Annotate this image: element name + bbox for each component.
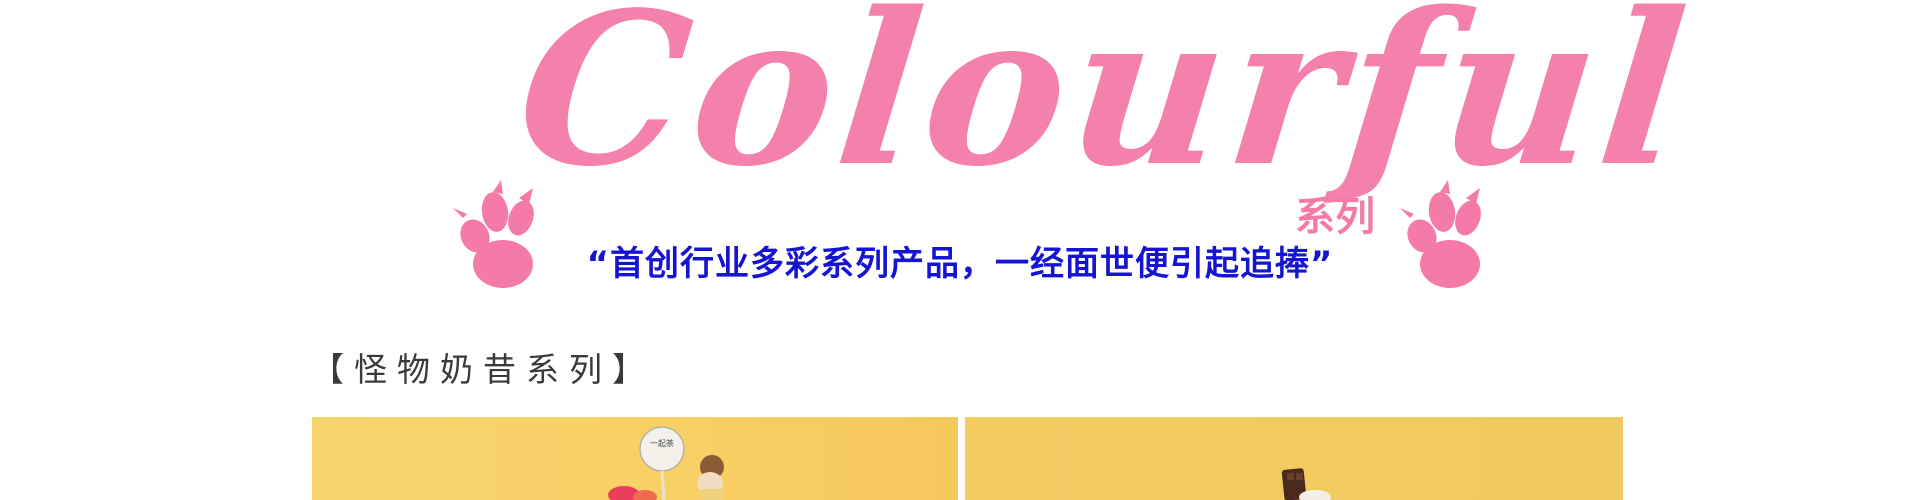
hero-title: Colourful [508, 0, 1702, 213]
colourful-series-banner: Colourful 系列 “首创行业多彩系列产品，一经面世便引起追捧” 【怪物奶… [0, 0, 1920, 500]
hero-title-suffix: 系列 [1295, 194, 1375, 240]
section-title: 【怪物奶昔系列】 [311, 350, 655, 389]
hero-tagline: “首创行业多彩系列产品，一经面世便引起追捧” [586, 244, 1334, 284]
monster-milkshake-photo: 一起茶 [312, 417, 958, 500]
chocolate-milkshake-photo [965, 417, 1623, 500]
milkshake-toppers-image [608, 426, 724, 500]
cup-topper-label: 一起茶 [650, 439, 674, 448]
chocolate-topping-image [1281, 468, 1331, 500]
